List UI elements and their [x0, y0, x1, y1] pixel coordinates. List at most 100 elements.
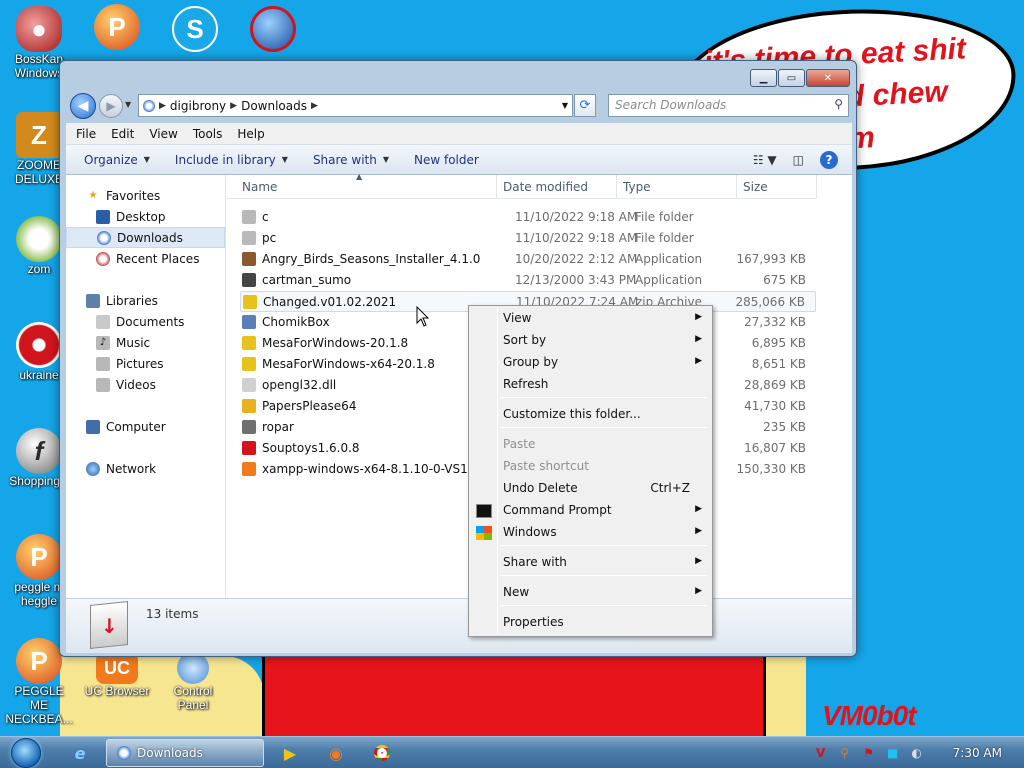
forward-button[interactable]: ▶: [99, 94, 123, 118]
organize-button[interactable]: Organize ▼: [66, 153, 163, 167]
include-in-library-button[interactable]: Include in library ▼: [163, 153, 301, 167]
nav-computer[interactable]: Computer: [66, 416, 225, 437]
nav-label: Computer: [106, 419, 166, 434]
column-name[interactable]: Name: [242, 180, 277, 194]
context-menu-item-undo-delete[interactable]: Undo Delete Ctrl+Z: [471, 478, 710, 500]
context-menu-label: Windows: [503, 525, 557, 539]
close-button[interactable]: ✕: [806, 69, 850, 87]
nav-recent-places[interactable]: Recent Places: [66, 248, 225, 269]
address-bar[interactable]: ▶ digibrony ▶ Downloads ▶ ▼: [138, 94, 573, 117]
preview-pane-icon[interactable]: ◫: [793, 153, 804, 167]
desktop-icon-skype[interactable]: S: [160, 6, 230, 52]
column-divider[interactable]: [496, 175, 497, 199]
new-folder-button[interactable]: New folder: [402, 153, 492, 167]
context-menu-item-paste[interactable]: Paste: [471, 434, 710, 456]
address-dropdown[interactable]: ▼: [562, 101, 568, 110]
context-menu-item-view[interactable]: View ▶: [471, 308, 710, 330]
nav-downloads[interactable]: Downloads: [66, 227, 225, 248]
nav-libraries[interactable]: Libraries: [66, 290, 225, 311]
context-menu-item-windows[interactable]: Windows ▶: [471, 522, 710, 544]
chrome-icon[interactable]: [370, 741, 394, 765]
internet-explorer-icon[interactable]: e: [68, 741, 92, 765]
maximize-button[interactable]: ▭: [778, 69, 805, 87]
file-size: 150,330 KB: [736, 462, 806, 476]
desktop-icon-uc-browser[interactable]: UC UC Browser: [82, 652, 152, 698]
nav-music[interactable]: ♪ Music: [66, 332, 225, 353]
search-input[interactable]: Search Downloads ⚲: [608, 94, 849, 117]
folder-icon: [143, 99, 155, 112]
context-menu-item-share-with[interactable]: Share with ▶: [471, 552, 710, 574]
refresh-button[interactable]: ⟳: [574, 94, 596, 117]
peggle-icon: P: [16, 638, 62, 684]
file-size: 6,895 KB: [751, 336, 806, 350]
file-icon: [242, 315, 256, 329]
taskbar-task-downloads[interactable]: Downloads: [106, 739, 264, 767]
nav-network[interactable]: Network: [66, 458, 225, 479]
nav-desktop[interactable]: Desktop: [66, 206, 225, 227]
column-divider[interactable]: [816, 175, 817, 199]
start-button[interactable]: [6, 737, 46, 768]
tray-flag-icon[interactable]: ⚑: [861, 745, 877, 761]
file-row[interactable]: Angry_Birds_Seasons_Installer_4.1.0 10/20…: [240, 249, 816, 270]
file-row[interactable]: pc 11/10/2022 9:18 AM File folder: [240, 228, 816, 249]
view-controls: ☷ ▼ ◫ ?: [753, 151, 838, 169]
desktop-icon-peggle-top[interactable]: P: [82, 4, 152, 50]
column-divider[interactable]: [736, 175, 737, 199]
column-divider[interactable]: [616, 175, 617, 199]
details-pane: ↓ 13 items: [66, 598, 852, 653]
nav-pictures[interactable]: Pictures: [66, 353, 225, 374]
file-row[interactable]: cartman_sumo 12/13/2000 3:43 PM Applicatio…: [240, 270, 816, 291]
tray-v-icon[interactable]: V: [813, 745, 829, 761]
context-menu-label: Group by: [503, 355, 559, 369]
desktop-icon-globe[interactable]: [238, 6, 308, 52]
menu-edit[interactable]: Edit: [111, 127, 134, 141]
boss-icon: ●: [16, 6, 62, 52]
search-icon[interactable]: ⚲: [834, 97, 843, 111]
column-size[interactable]: Size: [743, 180, 768, 194]
context-menu-item-refresh[interactable]: Refresh: [471, 374, 710, 396]
menu-file[interactable]: File: [76, 127, 96, 141]
system-tray: V ⚲ ⚑ ■ ◐ 7:30 AM: [813, 737, 1024, 768]
nav-label: Documents: [116, 314, 185, 329]
breadcrumb-downloads[interactable]: Downloads: [237, 99, 311, 113]
file-row[interactable]: c 11/10/2022 9:18 AM File folder: [240, 207, 816, 228]
uc-browser-taskbar-icon[interactable]: ◉: [324, 741, 348, 765]
menu-help[interactable]: Help: [237, 127, 264, 141]
context-menu-item-command-prompt[interactable]: Command Prompt ▶: [471, 500, 710, 522]
file-name: pc: [262, 231, 277, 245]
nav-favorites[interactable]: ★ Favorites: [66, 185, 225, 206]
context-menu-item-sort-by[interactable]: Sort by ▶: [471, 330, 710, 352]
breadcrumb-digibrony[interactable]: digibrony: [166, 99, 230, 113]
tray-volume-icon[interactable]: ◐: [909, 745, 925, 761]
address-row: ◀ ▶ ▼ ▶ digibrony ▶ Downloads ▶ ▼ ⟳ Sear…: [66, 91, 852, 121]
context-menu-item-group-by[interactable]: Group by ▶: [471, 352, 710, 374]
context-menu[interactable]: View ▶ Sort by ▶ Group by ▶ Refresh Customize t…: [468, 305, 713, 637]
minimize-button[interactable]: ▁: [750, 69, 777, 87]
share-with-button[interactable]: Share with ▼: [301, 153, 402, 167]
context-menu-item-paste-shortcut[interactable]: Paste shortcut: [471, 456, 710, 478]
menu-view[interactable]: View: [149, 127, 177, 141]
context-menu-item-properties[interactable]: Properties: [471, 612, 710, 634]
media-player-icon[interactable]: ▶: [278, 741, 302, 765]
context-menu-item-new[interactable]: New ▶: [471, 582, 710, 604]
context-menu-item-customize-this-folder[interactable]: Customize this folder...: [471, 404, 710, 426]
tray-display-icon[interactable]: ■: [885, 745, 901, 761]
nav-videos[interactable]: Videos: [66, 374, 225, 395]
tray-search-icon[interactable]: ⚲: [837, 745, 853, 761]
file-icon: [243, 295, 257, 309]
explorer-window[interactable]: ▁ ▭ ✕ ◀ ▶ ▼ ▶ digibrony ▶ Downloads ▶ ▼ …: [59, 60, 857, 657]
column-date-modified[interactable]: Date modified: [503, 180, 588, 194]
help-icon[interactable]: ?: [820, 151, 838, 169]
back-button[interactable]: ◀: [70, 93, 96, 119]
menu-tools[interactable]: Tools: [193, 127, 223, 141]
nav-documents[interactable]: Documents: [66, 311, 225, 332]
file-icon: [242, 378, 256, 392]
change-view-icon[interactable]: ☷ ▼: [753, 153, 777, 167]
file-icon: [242, 462, 256, 476]
flash-icon: f: [16, 428, 62, 474]
column-type[interactable]: Type: [623, 180, 651, 194]
clock[interactable]: 7:30 AM: [953, 746, 1002, 760]
recent-pages-dropdown[interactable]: ▼: [125, 100, 131, 109]
file-icon: [242, 231, 256, 245]
desktop-icon-control-panel[interactable]: Control Panel: [158, 652, 228, 712]
